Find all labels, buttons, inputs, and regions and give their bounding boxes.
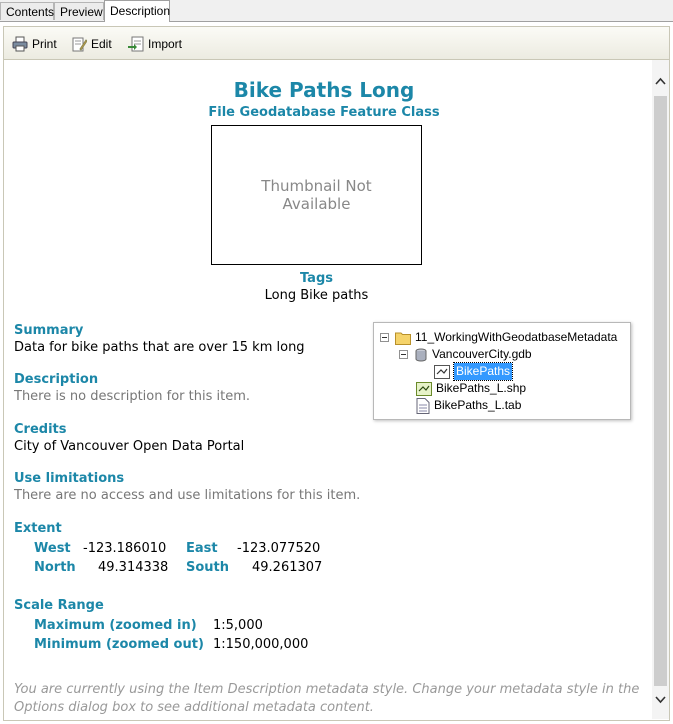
print-button[interactable]: Print (12, 35, 57, 53)
print-label: Print (32, 37, 57, 51)
scale-min-label: Minimum (zoomed out) (34, 637, 204, 652)
edit-button[interactable]: Edit (71, 35, 112, 53)
tree-node-feature-class[interactable]: BikePaths (434, 362, 514, 381)
summary-heading: Summary (14, 323, 84, 338)
tree-node-geodatabase[interactable]: VancouverCity.gdb (399, 346, 532, 363)
credits-value: City of Vancouver Open Data Portal (14, 439, 245, 454)
scroll-up-button[interactable] (652, 70, 669, 92)
thumbnail-placeholder: Thumbnail Not Available (211, 125, 422, 265)
scrollbar-thumb[interactable] (654, 96, 667, 686)
extent-heading: Extent (14, 521, 62, 536)
tree-folder-label: 11_WorkingWithGeodatbaseMetadata (415, 330, 618, 344)
document-icon (416, 397, 430, 414)
tags-heading: Tags (299, 271, 333, 286)
extent-east-label: East (186, 541, 218, 556)
extent-east-value: -123.077520 (237, 541, 321, 556)
tree-node-folder[interactable]: 11_WorkingWithGeodatbaseMetadata (380, 329, 617, 346)
extent-west-label: West (34, 541, 71, 556)
tree-node-mapinfo[interactable]: BikePaths_L.tab (416, 397, 521, 414)
collapse-toggle-icon[interactable] (399, 350, 408, 359)
extent-west-value: -123.186010 (83, 541, 167, 556)
tab-preview[interactable]: Preview (54, 2, 104, 20)
thumbnail-text: Thumbnail Not Available (261, 177, 372, 213)
tags-value: Long Bike paths (264, 288, 369, 303)
item-type: File Geodatabase Feature Class (208, 105, 440, 120)
tree-gdb-label: VancouverCity.gdb (432, 347, 532, 361)
scale-range-heading: Scale Range (14, 598, 104, 613)
geodatabase-icon (415, 348, 427, 361)
scroll-down-button[interactable] (652, 689, 669, 711)
import-label: Import (148, 37, 183, 51)
extent-south-label: South (186, 560, 230, 575)
scale-max-value: 1:5,000 (213, 618, 263, 633)
line-feature-class-icon (434, 364, 450, 379)
description-heading: Description (14, 372, 99, 387)
item-title: Bike Paths Long (233, 78, 415, 102)
chevron-down-icon (655, 696, 666, 704)
tab-strip: Contents Preview Description (0, 0, 673, 22)
edit-label: Edit (91, 37, 112, 51)
tab-contents[interactable]: Contents (0, 2, 54, 20)
printer-icon (12, 36, 28, 52)
tab-description[interactable]: Description (104, 0, 170, 22)
tree-node-shapefile[interactable]: BikePaths_L.shp (416, 380, 526, 397)
use-limitations-value: There are no access and use limitations … (14, 488, 361, 503)
extent-north-value: 49.314338 (98, 560, 169, 575)
extent-south-value: 49.261307 (252, 560, 323, 575)
description-value: There is no description for this item. (14, 389, 250, 404)
tree-shapefile-label: BikePaths_L.shp (436, 381, 527, 395)
extent-north-label: North (34, 560, 76, 575)
vertical-scrollbar[interactable] (652, 60, 669, 719)
catalog-tree: 11_WorkingWithGeodatbaseMetadata Vancouv… (373, 322, 631, 420)
chevron-up-icon (655, 77, 666, 85)
credits-heading: Credits (14, 422, 67, 437)
toolbar: Print Edit Import (3, 26, 670, 60)
import-button[interactable]: Import (128, 35, 182, 53)
collapse-toggle-icon[interactable] (380, 333, 389, 342)
shapefile-icon (416, 381, 432, 396)
folder-icon (395, 332, 411, 345)
metadata-style-note: You are currently using the Item Descrip… (14, 682, 640, 715)
edit-icon (72, 37, 87, 52)
use-limitations-heading: Use limitations (14, 471, 125, 486)
scale-min-value: 1:150,000,000 (213, 637, 309, 652)
tree-feature-class-label: BikePaths (452, 362, 514, 381)
tree-mapinfo-label: BikePaths_L.tab (434, 398, 522, 412)
import-icon (128, 36, 144, 52)
summary-value: Data for bike paths that are over 15 km … (14, 340, 305, 355)
scale-max-label: Maximum (zoomed in) (34, 618, 197, 633)
